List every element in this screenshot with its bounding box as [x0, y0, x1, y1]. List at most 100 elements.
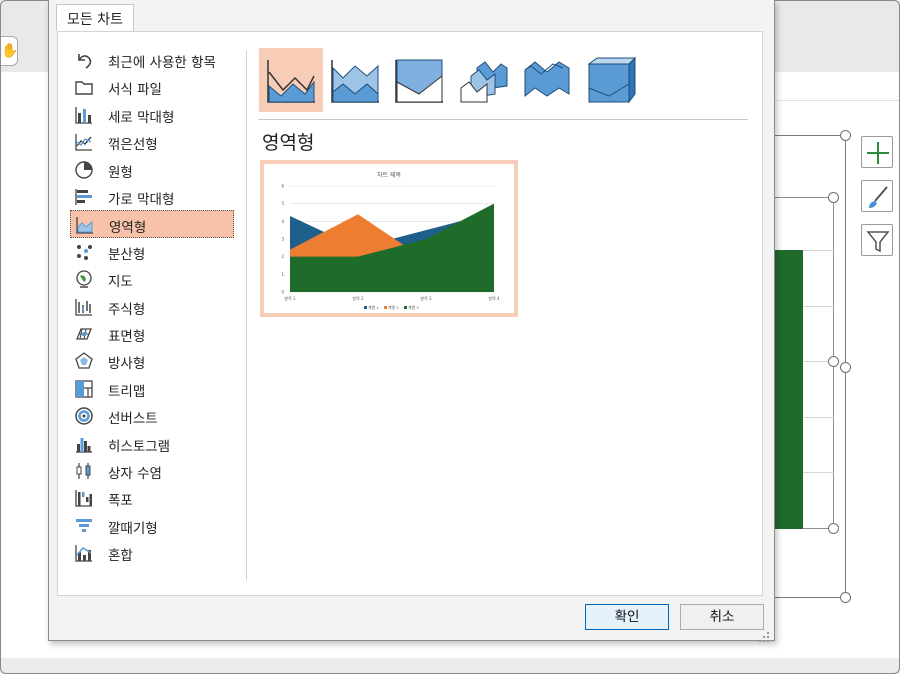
nav-item-area-chart[interactable]: 영역형 — [70, 210, 234, 239]
nav-item-histogram[interactable]: 히스토그램 — [70, 430, 234, 458]
chart-bar[interactable] — [775, 250, 803, 529]
nav-item-label: 최근에 사용한 항목 — [108, 55, 216, 71]
subtype-stacked-area[interactable] — [323, 48, 387, 112]
nav-item-label: 서식 파일 — [108, 82, 162, 99]
nav-item-radar-chart[interactable]: 방사형 — [70, 347, 234, 375]
nav-item-pie-chart[interactable]: 원형 — [70, 156, 234, 184]
brush-icon — [869, 186, 888, 208]
preview-y-tick: 4 — [281, 219, 284, 224]
box-whisker-icon — [76, 463, 91, 479]
resize-handle[interactable] — [828, 523, 839, 534]
hand-icon: ✋ — [1, 43, 19, 59]
subtype-100-stacked-area[interactable] — [387, 48, 451, 112]
nav-item-column-chart[interactable]: 세로 막대형 — [70, 101, 234, 129]
subtype-3d-stacked-area[interactable] — [515, 48, 579, 112]
nav-item-label: 지도 — [108, 274, 133, 291]
preview-chart-title: 차트 제목 — [377, 171, 401, 179]
nav-item-surface-chart[interactable]: 표면형 — [70, 320, 234, 348]
preview-legend-label: 계열 1 — [368, 305, 379, 310]
resize-grip-icon[interactable] — [758, 628, 770, 642]
subtype-3d-area[interactable] — [451, 48, 515, 112]
preview-x-tick: 항목 1 — [284, 295, 296, 301]
nav-item-line-chart[interactable]: 꺾은선형 — [70, 128, 234, 156]
nav-item-label: 표면형 — [108, 329, 146, 345]
canvas-divider — [775, 100, 900, 101]
preview-x-tick: 항목 4 — [488, 295, 500, 301]
waterfall-icon — [75, 490, 92, 508]
gridline — [803, 417, 834, 418]
surface-chart-icon — [76, 328, 92, 340]
section-title: 영역형 — [262, 132, 315, 154]
3d-area-subtype-icon — [460, 61, 508, 103]
nav-item-label: 원형 — [108, 164, 133, 181]
100-stacked-area-subtype-icon — [395, 59, 443, 103]
vertical-divider — [246, 50, 247, 580]
histogram-icon — [76, 437, 92, 453]
nav-item-waterfall[interactable]: 폭포 — [70, 484, 234, 512]
nav-item-funnel[interactable]: 깔때기형 — [70, 512, 234, 540]
resize-handle[interactable] — [828, 356, 839, 367]
column-chart-icon — [75, 106, 92, 124]
nav-item-label: 세로 막대형 — [108, 109, 175, 126]
preview-chart-svg: 0 1 2 3 4 5 6 항목 1 항목 2 항목 3 항목 4 차트 제목 계열 1 계열 2 계… — [281, 171, 500, 310]
nav-item-bar-chart[interactable]: 가로 막대형 — [70, 183, 234, 211]
resize-handle[interactable] — [840, 130, 851, 141]
sunburst-icon — [75, 407, 93, 425]
3d-stacked-area-subtype-icon — [524, 61, 570, 98]
nav-item-box-whisker[interactable]: 상자 수염 — [70, 457, 234, 485]
nav-item-undo[interactable]: 최근에 사용한 항목 — [70, 46, 234, 74]
resize-handle[interactable] — [840, 592, 851, 603]
chart-filters-button[interactable] — [861, 224, 893, 256]
subtype-area[interactable] — [259, 48, 323, 112]
horizontal-divider — [258, 119, 748, 120]
stock-chart-icon — [75, 298, 92, 316]
stacked-area-subtype-icon — [331, 60, 379, 103]
tab-label: 모든 차트 — [67, 12, 123, 28]
scatter-chart-icon — [77, 244, 92, 260]
nav-item-scatter-chart[interactable]: 분산형 — [70, 238, 234, 266]
nav-item-label: 주식형 — [108, 301, 146, 318]
resize-handle[interactable] — [840, 362, 851, 373]
tab-all-charts[interactable]: 모든 차트 — [56, 4, 134, 31]
gridline — [803, 306, 834, 307]
ok-button[interactable]: 확인 — [585, 604, 669, 630]
resize-handle[interactable] — [828, 192, 839, 203]
funnel-icon — [76, 518, 92, 532]
preview-legend-label: 계열 3 — [408, 305, 419, 310]
cancel-button[interactable]: 취소 — [680, 604, 764, 630]
preview-legend-swatch — [384, 306, 387, 309]
nav-item-label: 깔때기형 — [108, 520, 158, 537]
pie-chart-icon — [75, 160, 93, 179]
plus-icon — [867, 142, 889, 164]
nav-item-label: 영역형 — [109, 220, 147, 237]
nav-item-globe[interactable]: 지도 — [70, 265, 234, 293]
preview-y-tick: 6 — [281, 184, 284, 189]
3d-100-stacked-area-subtype-icon — [587, 56, 637, 104]
globe-icon — [76, 270, 92, 288]
preview-legend-label: 계열 2 — [388, 305, 399, 310]
chart-elements-button[interactable] — [861, 136, 893, 168]
nav-item-folder[interactable]: 서식 파일 — [70, 73, 234, 101]
preview-legend-swatch — [364, 306, 367, 309]
nav-item-label: 분산형 — [108, 246, 146, 263]
filter-icon — [866, 231, 890, 253]
nav-item-label: 폭포 — [108, 493, 133, 510]
hand-tool-button[interactable]: ✋ — [0, 36, 18, 66]
area-subtype-icon — [267, 60, 315, 103]
nav-item-label: 가로 막대형 — [108, 192, 175, 208]
undo-icon — [78, 54, 92, 69]
status-bar — [0, 658, 900, 674]
preview-x-tick: 항목 3 — [420, 295, 432, 301]
nav-item-label: 상자 수염 — [108, 466, 162, 482]
nav-item-label: 선버스트 — [108, 411, 158, 428]
nav-item-sunburst[interactable]: 선버스트 — [70, 402, 234, 430]
nav-item-combo-chart[interactable]: 혼합 — [70, 539, 234, 567]
nav-item-label: 방사형 — [108, 356, 146, 373]
nav-item-stock-chart[interactable]: 주식형 — [70, 293, 234, 321]
chart-styles-button[interactable] — [861, 180, 893, 212]
area-chart-icon — [76, 217, 93, 235]
nav-item-treemap[interactable]: 트리맵 — [70, 375, 234, 403]
subtype-3d-100-stacked-area[interactable] — [579, 48, 643, 112]
bar-chart-icon — [75, 189, 92, 205]
chart-preview[interactable]: 0 1 2 3 4 5 6 항목 1 항목 2 항목 3 항목 4 차트 제목 계열 1 계열 2 계… — [260, 160, 518, 317]
